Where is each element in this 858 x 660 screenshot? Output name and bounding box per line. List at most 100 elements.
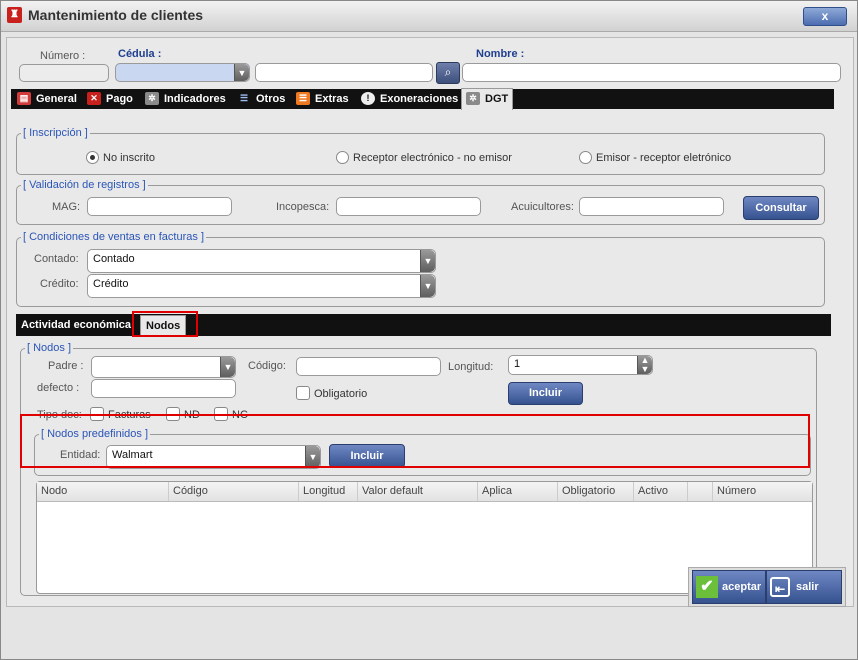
incopesca-label: Incopesca: bbox=[276, 201, 330, 213]
tab-label: Pago bbox=[106, 93, 133, 105]
radio-emisor[interactable]: Emisor - receptor eletrónico bbox=[579, 150, 732, 164]
tab-pago[interactable]: ✕ Pago bbox=[87, 89, 133, 109]
list-icon: ☰ bbox=[237, 91, 251, 105]
col-codigo[interactable]: Código bbox=[168, 482, 298, 501]
aceptar-label: aceptar bbox=[722, 581, 762, 593]
facturas-checkbox[interactable]: Facturas bbox=[90, 407, 151, 422]
salir-label: salir bbox=[796, 581, 819, 593]
tab-nodos[interactable]: Nodos bbox=[140, 315, 187, 336]
mag-label: MAG: bbox=[52, 201, 81, 213]
nodos-legend: [ Nodos ] bbox=[27, 342, 72, 354]
incluir-predefinido-button[interactable]: Incluir bbox=[329, 444, 405, 468]
padre-label: Padre : bbox=[48, 360, 84, 372]
codigo-input[interactable] bbox=[296, 357, 441, 376]
radio-no-inscrito[interactable]: No inscrito bbox=[86, 150, 155, 164]
col-longitud[interactable]: Longitud bbox=[298, 482, 357, 501]
nd-checkbox[interactable]: ND bbox=[166, 407, 200, 422]
obligatorio-checkbox[interactable]: Obligatorio bbox=[296, 386, 368, 401]
nc-checkbox[interactable]: NC bbox=[214, 407, 248, 422]
gear-icon: ✲ bbox=[145, 91, 159, 105]
main-tab-bar: ▤ General ✕ Pago ✲ Indicadores ☰ Otros ☰ Extr… bbox=[11, 88, 834, 110]
col-aplica[interactable]: Aplica bbox=[477, 482, 557, 501]
acuicultores-input[interactable] bbox=[579, 197, 724, 216]
search-button[interactable]: ⌕ bbox=[436, 62, 460, 84]
table-header: Nodo Código Longitud Valor default Aplic… bbox=[37, 482, 812, 502]
tab-label: Indicadores bbox=[164, 93, 226, 105]
cedula-label: Cédula : bbox=[118, 48, 162, 60]
acuicultores-label: Acuicultores: bbox=[511, 201, 574, 213]
tab-exoneraciones[interactable]: ! Exoneraciones bbox=[361, 89, 458, 109]
checkbox-label: Obligatorio bbox=[314, 388, 368, 400]
close-button[interactable]: x bbox=[803, 7, 847, 26]
tab-label: Exoneraciones bbox=[380, 93, 459, 105]
radio-receptor[interactable]: Receptor electrónico - no emisor bbox=[336, 150, 512, 164]
credito-value: Crédito bbox=[93, 278, 129, 290]
payment-icon: ✕ bbox=[87, 91, 101, 105]
mag-input[interactable] bbox=[87, 197, 232, 216]
radio-label: Emisor - receptor eletrónico bbox=[596, 152, 732, 164]
gear-icon: ✲ bbox=[466, 91, 480, 105]
tab-label: DGT bbox=[485, 93, 509, 105]
radio-icon bbox=[579, 150, 592, 164]
checkbox-label: Facturas bbox=[108, 409, 151, 421]
chevron-down-icon: ▼ bbox=[220, 357, 235, 377]
nombre-input[interactable] bbox=[462, 63, 841, 82]
incopesca-input[interactable] bbox=[336, 197, 481, 216]
credito-dropdown[interactable]: Crédito ▼ bbox=[87, 274, 436, 298]
numero-label: Número : bbox=[40, 50, 86, 62]
tab-label: General bbox=[36, 93, 77, 105]
spinner-icon[interactable]: ▲ ▼ bbox=[637, 356, 652, 374]
defecto-input[interactable] bbox=[91, 379, 236, 398]
tipo-doc-label: Tipo doc: bbox=[37, 409, 82, 421]
inscripcion-legend: [ Inscripción ] bbox=[23, 127, 88, 139]
aceptar-button[interactable]: ✔ aceptar bbox=[692, 570, 766, 604]
form-body: Número : Cédula : Nombre : ▼ ⌕ ▤ General … bbox=[6, 37, 854, 607]
checkbox-icon bbox=[166, 407, 180, 422]
numero-input[interactable] bbox=[19, 64, 109, 82]
tab-general[interactable]: ▤ General bbox=[17, 89, 77, 109]
longitud-stepper[interactable]: 1 ▲ ▼ bbox=[508, 355, 653, 375]
radio-icon bbox=[336, 150, 349, 164]
general-icon: ▤ bbox=[17, 91, 31, 105]
tab-dgt[interactable]: ✲ DGT bbox=[461, 88, 514, 110]
col-numero[interactable]: Número bbox=[712, 482, 810, 501]
tab-extras[interactable]: ☰ Extras bbox=[296, 89, 349, 109]
chevron-down-icon: ▼ bbox=[305, 446, 320, 468]
checkbox-label: NC bbox=[232, 409, 248, 421]
nombre-label: Nombre : bbox=[476, 48, 525, 60]
tab-indicadores[interactable]: ✲ Indicadores bbox=[145, 89, 226, 109]
entidad-value: Walmart bbox=[112, 449, 153, 461]
padre-dropdown[interactable]: ▼ bbox=[91, 356, 236, 378]
title-bar[interactable]: ♜ Mantenimiento de clientes x bbox=[1, 1, 857, 32]
entidad-dropdown[interactable]: Walmart ▼ bbox=[106, 445, 321, 469]
checkbox-icon bbox=[296, 386, 310, 401]
window-title: Mantenimiento de clientes bbox=[28, 7, 204, 23]
checkbox-label: ND bbox=[184, 409, 200, 421]
col-valor-default[interactable]: Valor default bbox=[357, 482, 477, 501]
col-nodo[interactable]: Nodo bbox=[37, 482, 168, 501]
col-activo[interactable]: Activo bbox=[633, 482, 687, 501]
radio-label: Receptor electrónico - no emisor bbox=[353, 152, 512, 164]
incluir-nodo-button[interactable]: Incluir bbox=[508, 382, 583, 405]
salir-button[interactable]: ⇤ salir bbox=[766, 570, 842, 604]
col-obligatorio[interactable]: Obligatorio bbox=[557, 482, 633, 501]
longitud-label: Longitud: bbox=[448, 361, 494, 373]
sub-tab-bar: Actividad económica Nodos bbox=[16, 314, 831, 336]
radio-selected-icon bbox=[86, 150, 99, 164]
checkmark-icon: ✔ bbox=[696, 576, 718, 599]
consultar-button[interactable]: Consultar bbox=[743, 196, 819, 220]
tab-otros[interactable]: ☰ Otros bbox=[237, 89, 285, 109]
checkbox-icon bbox=[90, 407, 104, 422]
tab-label: Otros bbox=[256, 93, 286, 105]
footer-actions: ✔ aceptar ⇤ salir bbox=[688, 567, 846, 607]
contado-dropdown[interactable]: Contado ▼ bbox=[87, 249, 436, 273]
tab-actividad-economica[interactable]: Actividad económica bbox=[21, 315, 131, 335]
col-blank[interactable] bbox=[687, 482, 712, 501]
entidad-label: Entidad: bbox=[60, 449, 101, 461]
cedula-input[interactable] bbox=[255, 63, 433, 82]
validacion-legend: [ Validación de registros ] bbox=[23, 179, 146, 191]
chevron-down-icon: ▼ bbox=[420, 275, 435, 297]
checkbox-icon bbox=[214, 407, 228, 422]
info-icon: ! bbox=[361, 91, 375, 105]
cedula-type-dropdown[interactable]: ▼ bbox=[115, 63, 250, 82]
